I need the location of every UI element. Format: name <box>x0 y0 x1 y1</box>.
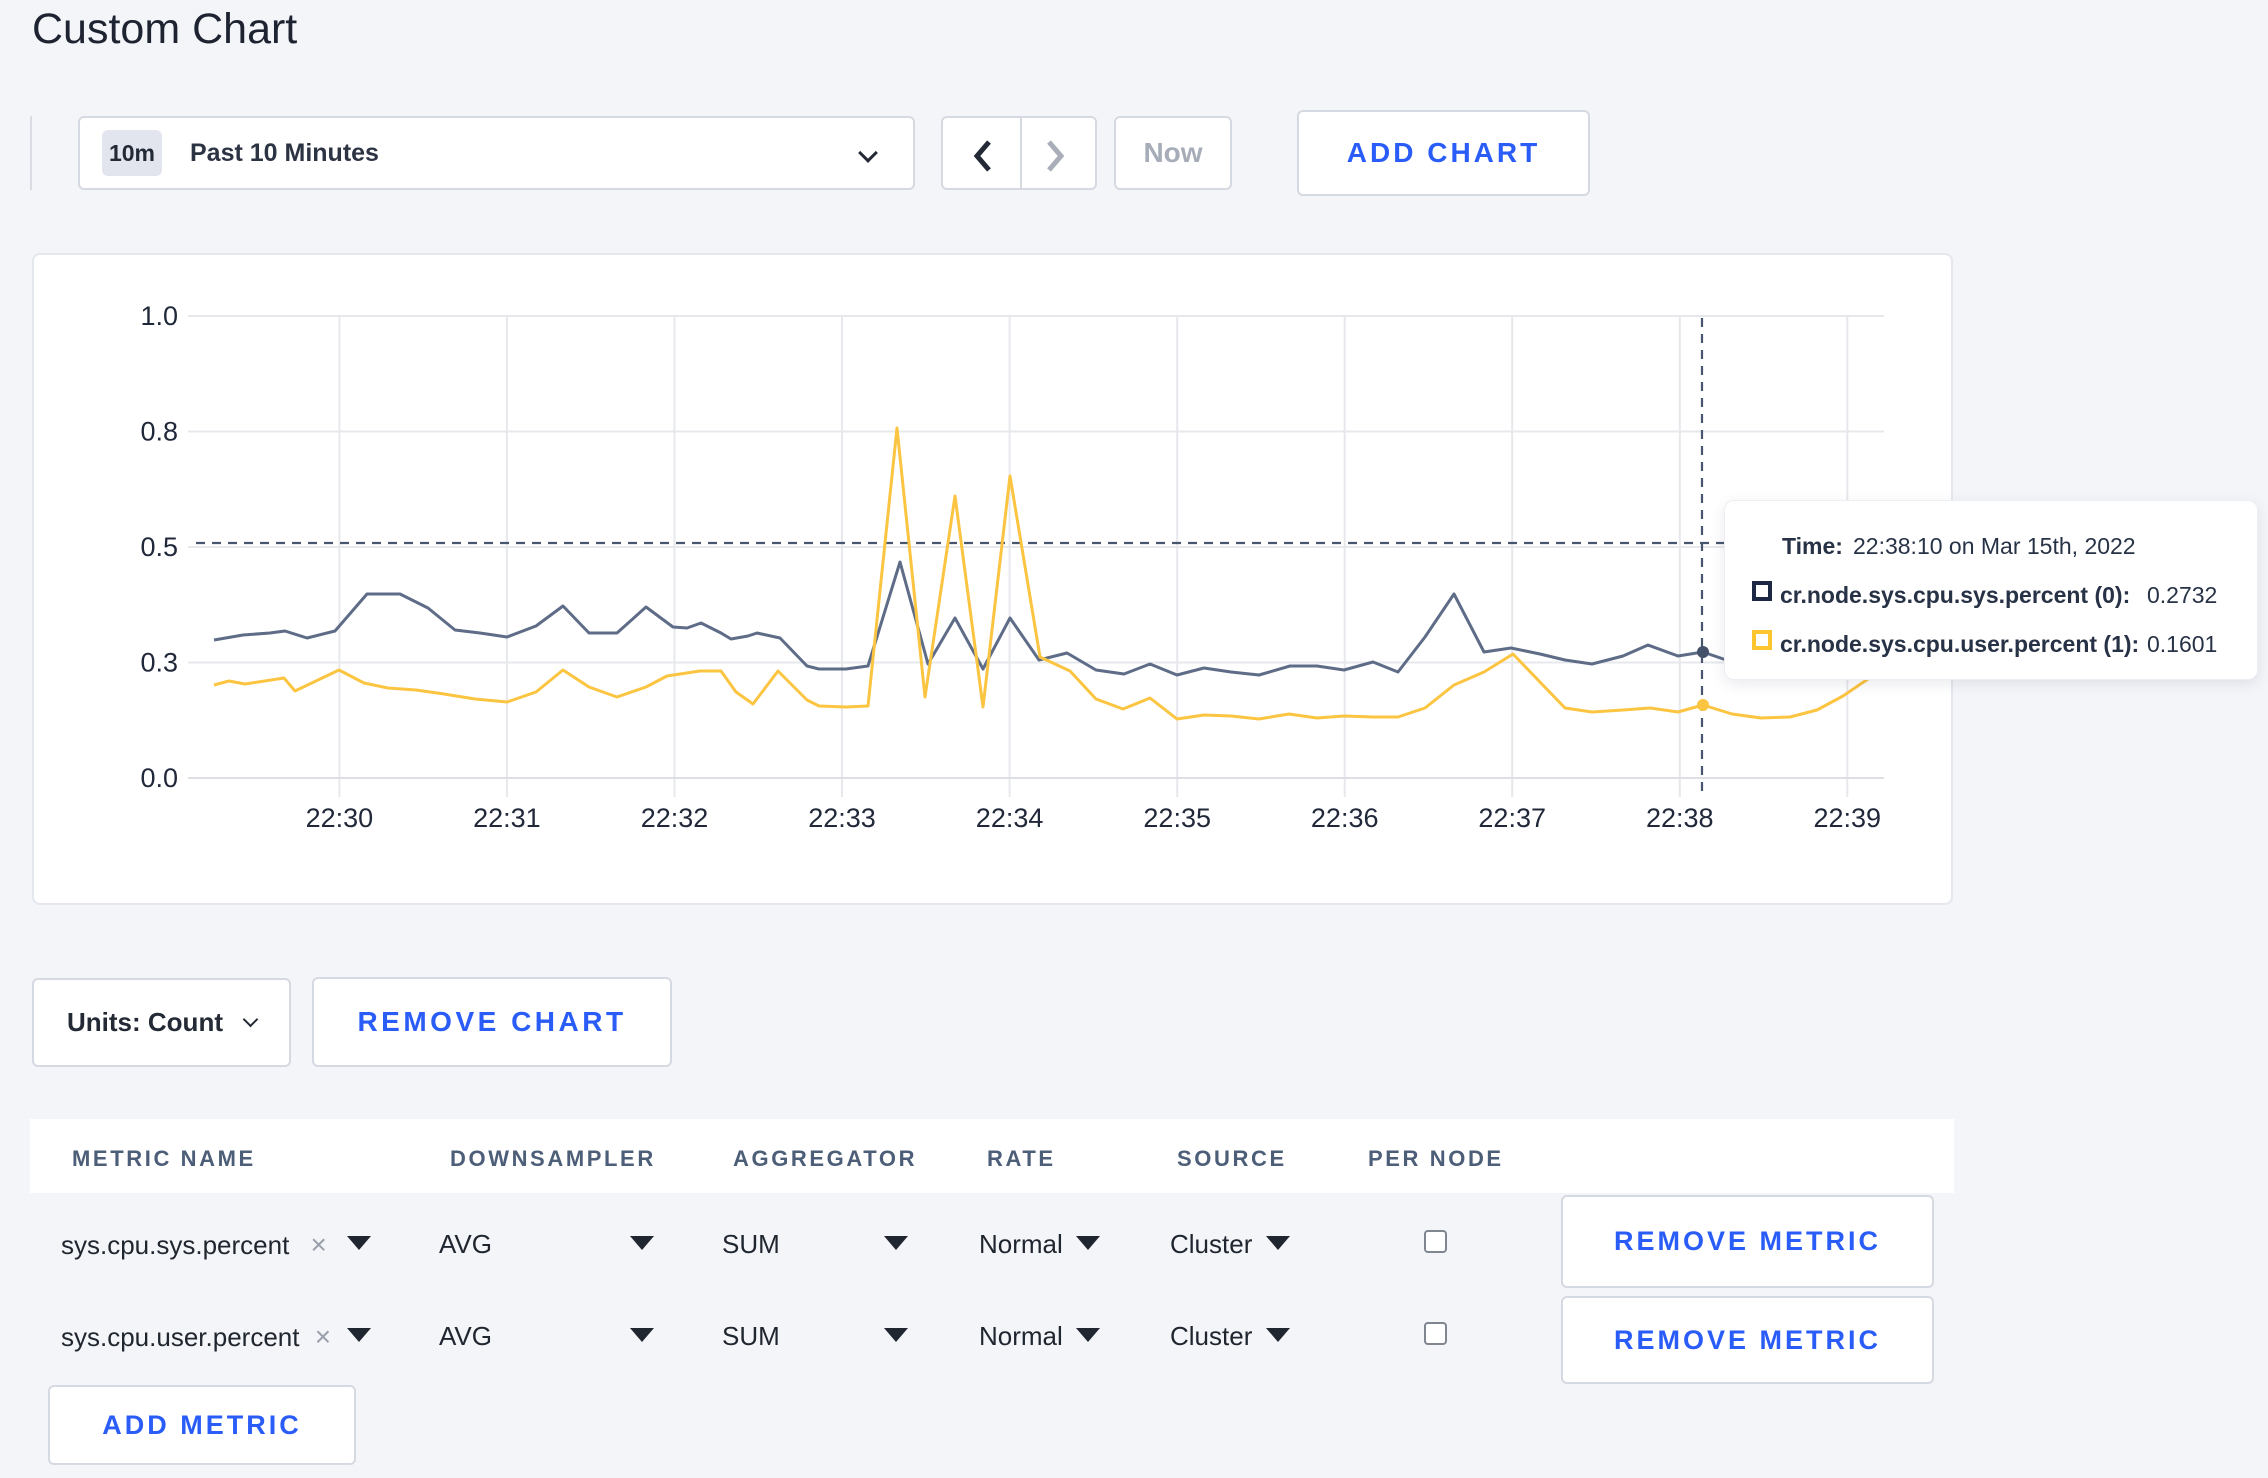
svg-text:22:39: 22:39 <box>1814 803 1882 833</box>
svg-text:0.5: 0.5 <box>140 532 178 562</box>
svg-text:0.3: 0.3 <box>140 648 178 678</box>
svg-text:22:35: 22:35 <box>1143 803 1211 833</box>
svg-text:22:34: 22:34 <box>976 803 1044 833</box>
svg-text:1.0: 1.0 <box>140 301 178 331</box>
svg-text:22:36: 22:36 <box>1311 803 1379 833</box>
svg-text:22:33: 22:33 <box>808 803 876 833</box>
svg-text:22:38: 22:38 <box>1646 803 1714 833</box>
svg-text:0.8: 0.8 <box>140 417 178 447</box>
svg-text:22:37: 22:37 <box>1478 803 1546 833</box>
svg-text:22:30: 22:30 <box>306 803 374 833</box>
svg-text:22:31: 22:31 <box>473 803 541 833</box>
svg-text:22:32: 22:32 <box>641 803 709 833</box>
svg-text:0.0: 0.0 <box>140 763 178 793</box>
